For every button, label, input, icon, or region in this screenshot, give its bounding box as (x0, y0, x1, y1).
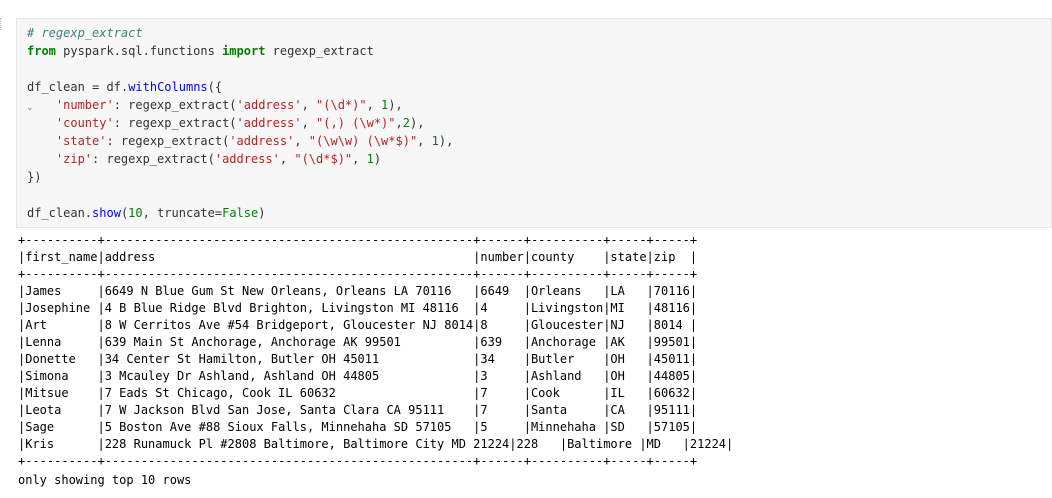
table-row: |Simona |3 Mcauley Dr Ashland, Ashland O… (18, 369, 698, 383)
code-line-blank-2 (27, 186, 453, 204)
code-line-state: 'state': regexp_extract('address', "(\w\… (55, 134, 454, 148)
code-line-close: }) (27, 170, 42, 184)
table-row: |Art |8 W Cerritos Ave #54 Bridgeport, G… (18, 318, 698, 332)
table-border-top: +----------+----------------------------… (18, 233, 698, 247)
comment-text: # regexp_extract (27, 26, 143, 40)
table-row: |Donette |34 Center St Hamilton, Butler … (18, 352, 698, 366)
code-line-withcolumns: df_clean = df.withColumns({ (27, 80, 223, 94)
table-row: |Mitsue |7 Eads St Chicago, Cook IL 6063… (18, 386, 698, 400)
code-cell[interactable]: # regexp_extractfrom pyspark.sql.functio… (16, 18, 1052, 228)
collapse-chevron-icon[interactable]: ⌄ (26, 103, 34, 113)
table-row: |Josephine |4 B Blue Ridge Blvd Brighton… (18, 301, 698, 315)
table-row: |Sage |5 Boston Ave #88 Sioux Falls, Min… (18, 420, 698, 434)
table-border-bottom: +----------+----------------------------… (18, 454, 698, 468)
table-row: |Lenna |639 Main St Anchorage, Anchorage… (18, 335, 698, 349)
code-line-county: 'county': regexp_extract('address', "(,)… (55, 116, 425, 130)
code-line-comment: # regexp_extract (27, 24, 453, 42)
table-header: |first_name|address |number|county |stat… (18, 250, 698, 264)
table-row: |Leota |7 W Jackson Blvd San Jose, Santa… (18, 403, 698, 417)
cell-output: +----------+----------------------------… (18, 232, 733, 470)
cell-gutter-marker (0, 18, 4, 30)
code-line-zip: 'zip': regexp_extract('address', "(\d*$)… (55, 152, 382, 166)
code-line-number: 'number': regexp_extract('address', "(\d… (55, 98, 403, 112)
code-editor[interactable]: # regexp_extractfrom pyspark.sql.functio… (27, 24, 453, 222)
table-row: |James |6649 N Blue Gum St New Orleans, … (18, 284, 698, 298)
output-footer-note: only showing top 10 rows (18, 473, 192, 487)
table-border-header: +----------+----------------------------… (18, 267, 698, 281)
code-line-import: from pyspark.sql.functions import regexp… (27, 44, 374, 58)
code-line-show: df_clean.show(10, truncate=False) (27, 206, 266, 220)
table-row: |Kris |228 Runamuck Pl #2808 Baltimore, … (18, 437, 734, 451)
